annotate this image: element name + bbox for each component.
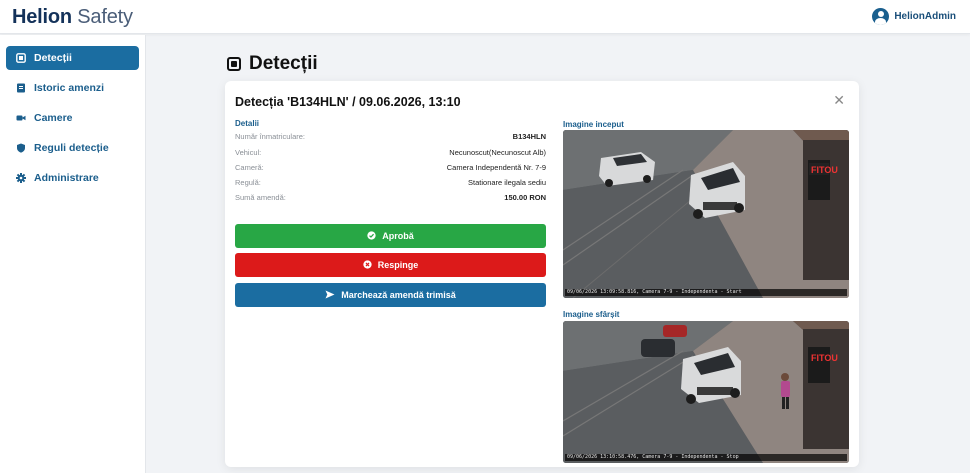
brand-name-light: Safety bbox=[77, 6, 133, 28]
image-start-timestamp: 09/06/2026 13:09:58.816, Camera 7-9 - In… bbox=[565, 289, 847, 296]
dark-car bbox=[641, 339, 675, 357]
detection-icon bbox=[227, 57, 241, 71]
storefront-sign-text: FITOU bbox=[811, 165, 838, 175]
image-end-label: Imagine sfârșit bbox=[563, 310, 620, 319]
detail-row-camera: Cameră: Camera Independentă Nr. 7-9 bbox=[235, 163, 546, 176]
detail-row-rule: Regulă: Stationare ilegala sediu bbox=[235, 178, 546, 191]
top-bar: Helion Safety HelionAdmin bbox=[0, 0, 970, 34]
history-icon bbox=[16, 83, 26, 93]
details-section-label: Detalii bbox=[235, 119, 260, 128]
approve-button[interactable]: Aprobă bbox=[235, 224, 546, 248]
detail-key: Vehicul: bbox=[235, 148, 262, 157]
sidebar-item-label: Reguli detecție bbox=[34, 142, 109, 154]
sidebar-item-label: Administrare bbox=[34, 172, 99, 184]
storefront-sign-text: FITOU bbox=[811, 353, 838, 363]
detail-key: Cameră: bbox=[235, 163, 264, 172]
check-circle-icon bbox=[367, 230, 376, 242]
page-title-text: Detecții bbox=[249, 53, 318, 74]
detail-value: B134HLN bbox=[512, 132, 546, 141]
sidebar-item-label: Detecții bbox=[34, 52, 72, 64]
detail-key: Regulă: bbox=[235, 178, 261, 187]
close-icon[interactable]: ✕ bbox=[833, 93, 845, 107]
distant-white-car bbox=[599, 152, 655, 187]
red-car bbox=[663, 325, 687, 337]
sidebar-item-detectii[interactable]: Detecții bbox=[6, 46, 139, 70]
mark-fine-sent-label: Marchează amendă trimisă bbox=[341, 290, 456, 300]
sidebar-item-istoric-amenzi[interactable]: Istoric amenzi bbox=[6, 76, 139, 100]
detail-row-plate: Număr înmatriculare: B134HLN bbox=[235, 132, 546, 145]
detection-icon bbox=[16, 53, 26, 63]
shield-icon bbox=[16, 143, 26, 153]
camera-icon bbox=[16, 113, 26, 123]
detail-value: Camera Independentă Nr. 7-9 bbox=[446, 163, 546, 172]
user-avatar-icon bbox=[872, 8, 890, 25]
detection-title: Detecția 'B134HLN' / 09.06.2026, 13:10 bbox=[235, 95, 461, 109]
detail-key: Număr înmatriculare: bbox=[235, 132, 306, 141]
sidebar-item-reguli-detectie[interactable]: Reguli detecție bbox=[6, 136, 139, 160]
detection-detail-card: Detecția 'B134HLN' / 09.06.2026, 13:10 ✕… bbox=[225, 81, 859, 467]
sidebar-item-administrare[interactable]: Administrare bbox=[6, 166, 139, 190]
reject-button[interactable]: Respinge bbox=[235, 253, 546, 277]
user-name: HelionAdmin bbox=[894, 11, 956, 22]
detail-row-vehicle: Vehicul: Necunoscut(Necunoscut Alb) bbox=[235, 148, 546, 161]
approve-label: Aprobă bbox=[382, 231, 414, 241]
image-end[interactable]: FITOU 09/06/2026 13:10:58.476, Camera 7-… bbox=[563, 321, 849, 463]
sidebar-item-camere[interactable]: Camere bbox=[6, 106, 139, 130]
sidebar: Detecții Istoric amenzi Camere Reguli de… bbox=[0, 35, 146, 473]
image-start[interactable]: FITOU 09/06/2026 13:09:58.816, Camera 7-… bbox=[563, 130, 849, 298]
sidebar-item-label: Camere bbox=[34, 112, 73, 124]
image-start-label: Imagine inceput bbox=[563, 120, 624, 129]
gear-icon bbox=[16, 173, 26, 183]
x-circle-icon bbox=[363, 259, 372, 271]
mark-fine-sent-button[interactable]: Marchează amendă trimisă bbox=[235, 283, 546, 307]
user-menu[interactable]: HelionAdmin bbox=[872, 8, 956, 25]
reject-label: Respinge bbox=[377, 260, 419, 270]
sidebar-item-label: Istoric amenzi bbox=[34, 82, 105, 94]
brand-logo[interactable]: Helion Safety bbox=[12, 6, 133, 28]
detail-value: Necunoscut(Necunoscut Alb) bbox=[449, 148, 546, 157]
detail-value: 150.00 RON bbox=[504, 193, 546, 202]
detail-row-fine-amount: Sumă amendă: 150.00 RON bbox=[235, 193, 546, 206]
page-title: Detecții bbox=[227, 53, 318, 75]
image-end-timestamp: 09/06/2026 13:10:58.476, Camera 7-9 - In… bbox=[565, 454, 847, 461]
detail-key: Sumă amendă: bbox=[235, 193, 286, 202]
detail-value: Stationare ilegala sediu bbox=[468, 178, 546, 187]
brand-name-bold: Helion bbox=[12, 6, 72, 28]
send-icon bbox=[325, 290, 335, 301]
